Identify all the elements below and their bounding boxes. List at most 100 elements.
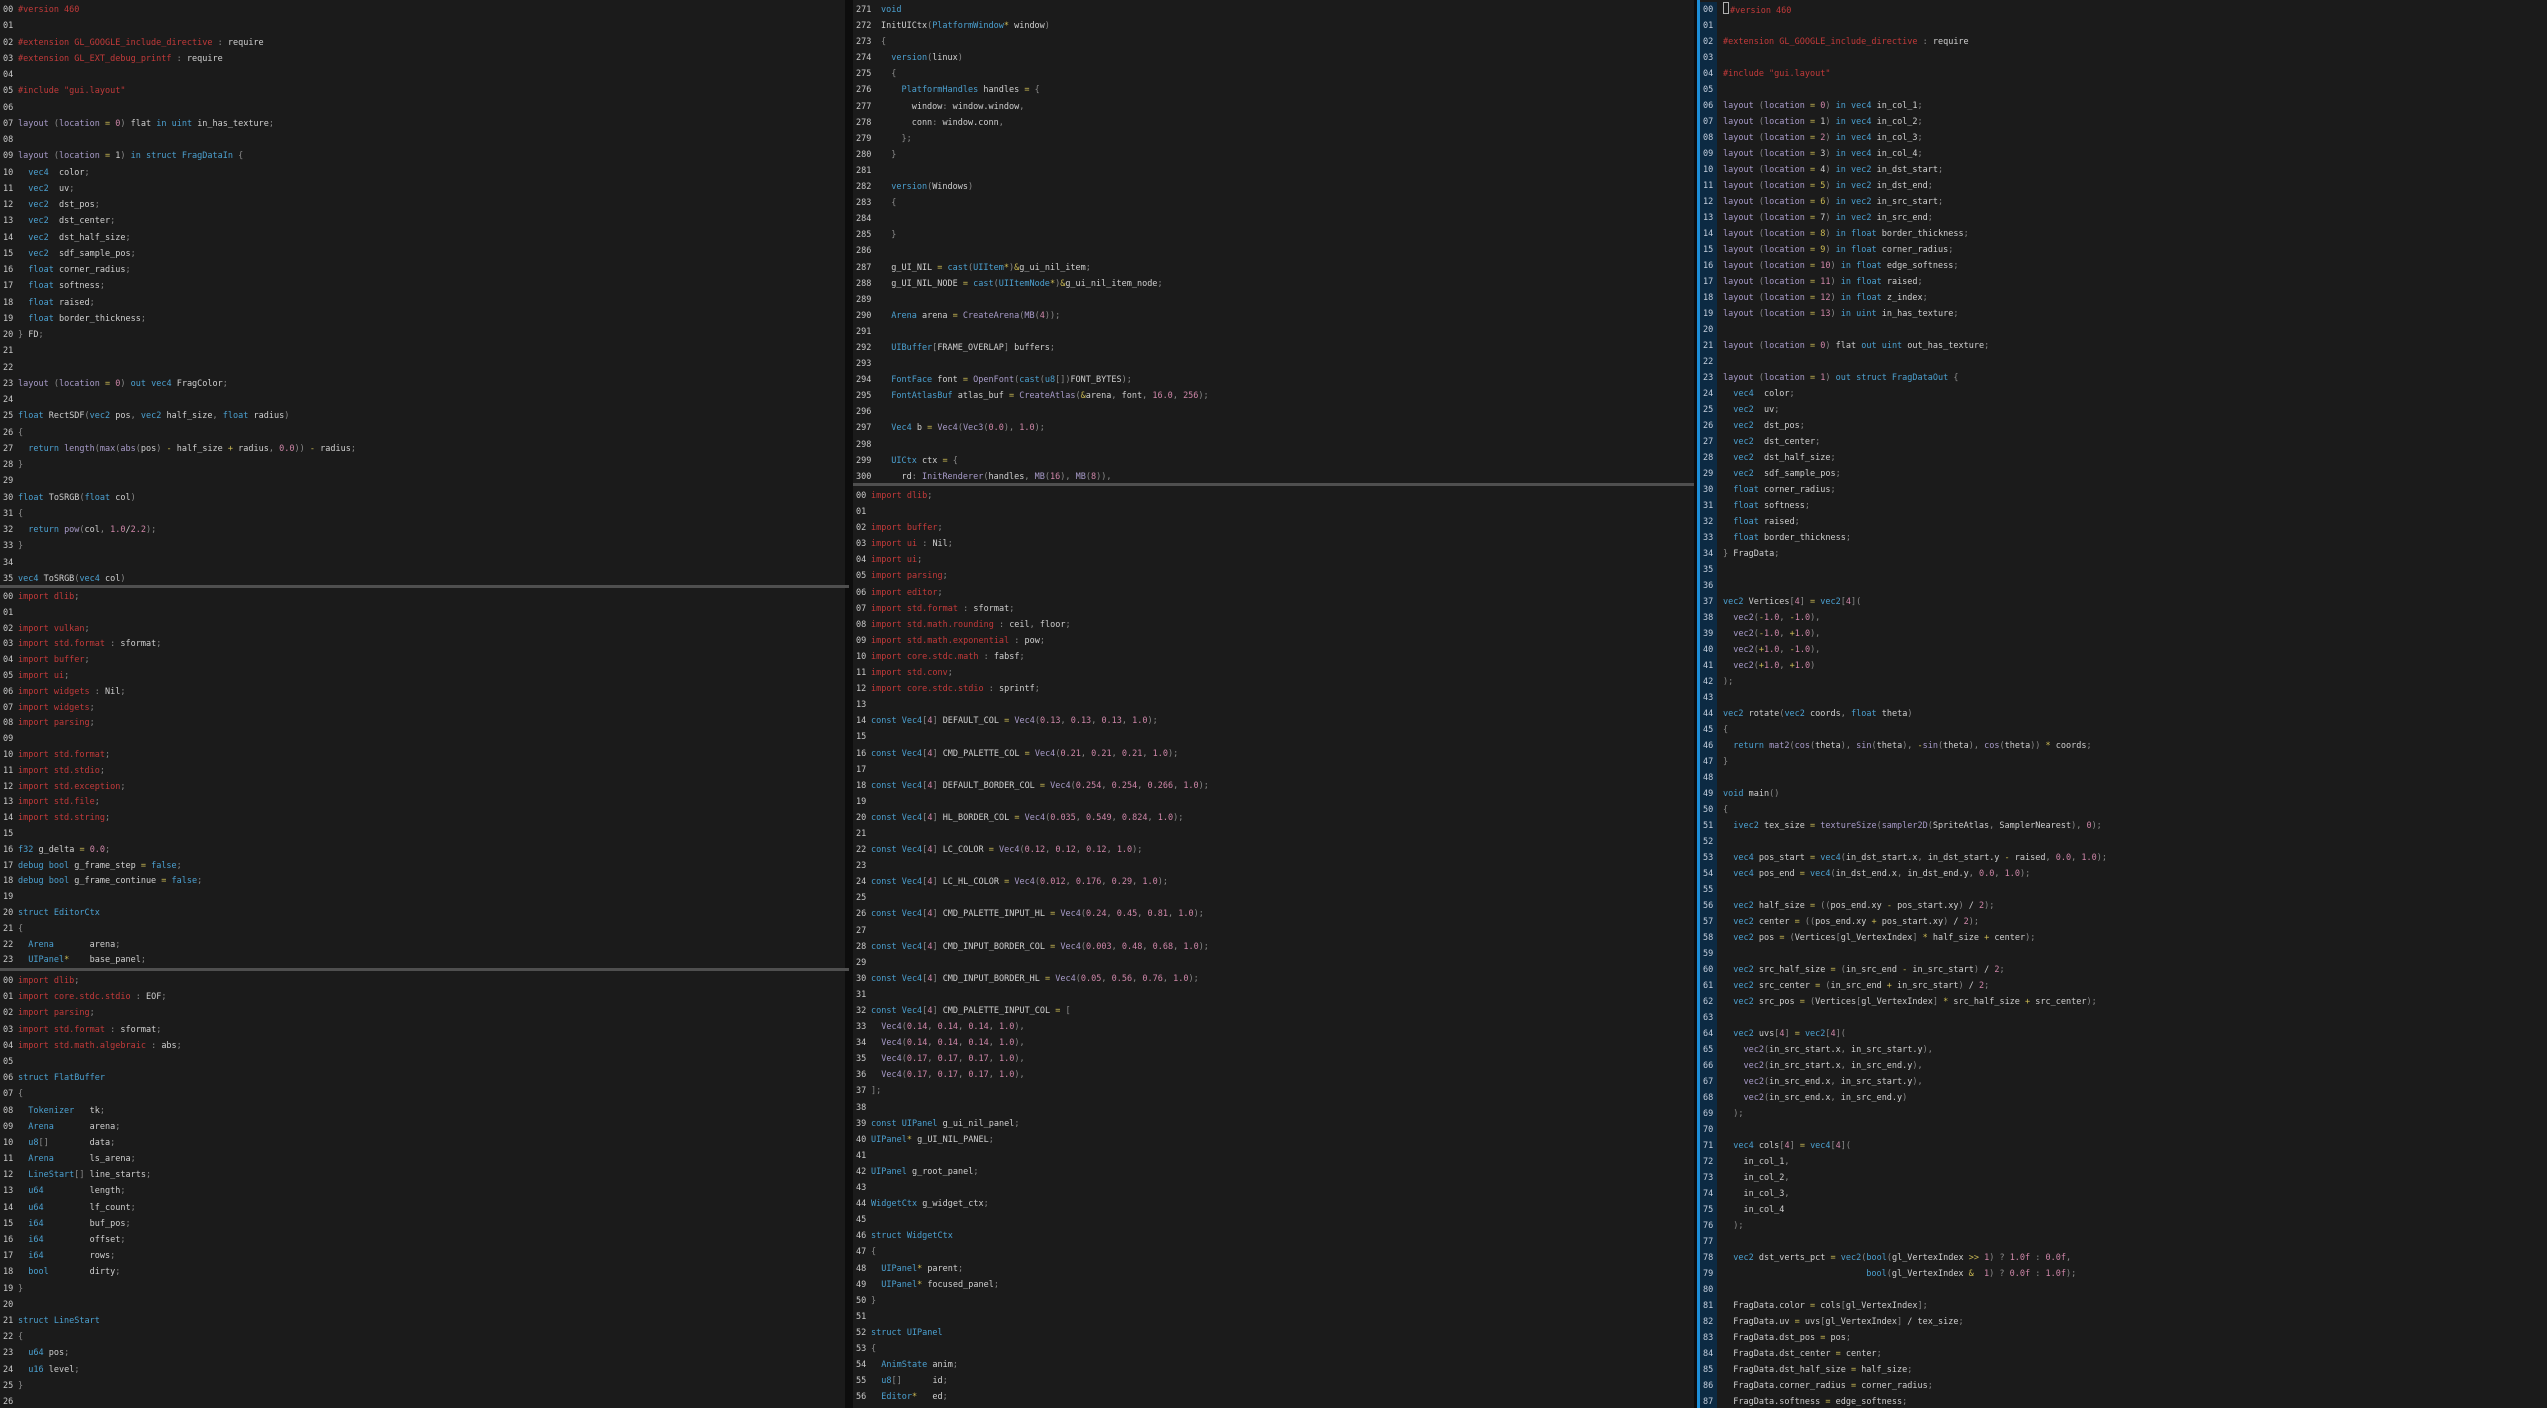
code-line[interactable]: 279 }; xyxy=(853,131,1694,147)
code-line[interactable]: 16 i64 offset; xyxy=(0,1232,845,1248)
code-line[interactable]: 13 xyxy=(853,697,1694,713)
code-line[interactable]: 44vec2 rotate(vec2 coords, float theta) xyxy=(1700,706,2547,722)
code-line[interactable]: 04 xyxy=(0,67,845,83)
code-line[interactable]: 72 in_col_1, xyxy=(1700,1154,2547,1170)
code-line[interactable]: 22 Arena arena; xyxy=(0,938,845,954)
code-line[interactable]: 293 xyxy=(853,356,1694,372)
code-line[interactable]: 68 vec2(in_src_end.x, in_src_end.y) xyxy=(1700,1090,2547,1106)
code-line[interactable]: 10 vec4 color; xyxy=(0,165,845,181)
code-line[interactable]: 39const UIPanel g_ui_nil_panel; xyxy=(853,1116,1694,1132)
code-line[interactable]: 48 xyxy=(1700,770,2547,786)
code-line[interactable]: 01 xyxy=(853,504,1694,520)
code-line[interactable]: 05import parsing; xyxy=(853,568,1694,584)
code-line[interactable]: 271void xyxy=(853,2,1694,18)
code-line[interactable]: 21struct LineStart xyxy=(0,1313,845,1329)
code-line[interactable]: 24 vec4 color; xyxy=(1700,386,2547,402)
code-line[interactable]: 19 float border_thickness; xyxy=(0,311,845,327)
code-line[interactable]: 55 xyxy=(1700,882,2547,898)
code-line[interactable]: 10import std.format; xyxy=(0,748,845,764)
code-line[interactable]: 05 xyxy=(0,1054,845,1070)
code-line[interactable]: 24 u16 level; xyxy=(0,1362,845,1378)
code-line[interactable]: 31{ xyxy=(0,506,845,522)
code-line[interactable]: 10 u8[] data; xyxy=(0,1135,845,1151)
code-line[interactable]: 86 FragData.corner_radius = corner_radiu… xyxy=(1700,1378,2547,1394)
code-line[interactable]: 277 window: window.window, xyxy=(853,99,1694,115)
code-line[interactable]: 11import std.conv; xyxy=(853,665,1694,681)
code-line[interactable]: 51 ivec2 tex_size = textureSize(sampler2… xyxy=(1700,818,2547,834)
code-line[interactable]: 39 vec2(-1.0, +1.0), xyxy=(1700,626,2547,642)
code-line[interactable]: 14const Vec4[4] DEFAULT_COL = Vec4(0.13,… xyxy=(853,713,1694,729)
code-line[interactable]: 17 xyxy=(853,762,1694,778)
code-line[interactable]: 288 g_UI_NIL_NODE = cast(UIItemNode*)&g_… xyxy=(853,276,1694,292)
code-line[interactable]: 09 xyxy=(0,732,845,748)
code-line[interactable]: 47} xyxy=(1700,754,2547,770)
code-line[interactable]: 03#extension GL_EXT_debug_printf : requi… xyxy=(0,51,845,67)
code-line[interactable]: 15 vec2 sdf_sample_pos; xyxy=(0,246,845,262)
code-line[interactable]: 47{ xyxy=(853,1244,1694,1260)
code-line[interactable]: 297 Vec4 b = Vec4(Vec3(0.0), 1.0); xyxy=(853,420,1694,436)
code-line[interactable]: 27 vec2 dst_center; xyxy=(1700,434,2547,450)
code-line[interactable]: 13layout (location = 7) in vec2 in_src_e… xyxy=(1700,210,2547,226)
code-line[interactable]: 287 g_UI_NIL = cast(UIItem*)&g_ui_nil_it… xyxy=(853,260,1694,276)
code-line[interactable]: 29 xyxy=(853,955,1694,971)
code-line[interactable]: 35 Vec4(0.17, 0.17, 0.17, 1.0), xyxy=(853,1051,1694,1067)
code-line[interactable]: 300 rd: InitRenderer(handles, MB(16), MB… xyxy=(853,469,1694,483)
code-line[interactable]: 17layout (location = 11) in float raised… xyxy=(1700,274,2547,290)
code-line[interactable]: 17debug bool g_frame_step = false; xyxy=(0,859,845,875)
code-line[interactable]: 00#version 460 xyxy=(1700,2,2547,18)
code-line[interactable]: 69 ); xyxy=(1700,1106,2547,1122)
code-line[interactable]: 28const Vec4[4] CMD_INPUT_BORDER_COL = V… xyxy=(853,939,1694,955)
pane-vertex-shader-focused[interactable]: 00#version 4600102#extension GL_GOOGLE_i… xyxy=(1697,0,2547,1408)
code-line[interactable]: 283 { xyxy=(853,195,1694,211)
code-line[interactable]: 12import core.stdc.stdio : sprintf; xyxy=(853,681,1694,697)
code-line[interactable]: 37vec2 Vertices[4] = vec2[4]( xyxy=(1700,594,2547,610)
code-line[interactable]: 83 FragData.dst_pos = pos; xyxy=(1700,1330,2547,1346)
code-line[interactable]: 75 in_col_4 xyxy=(1700,1202,2547,1218)
code-line[interactable]: 64 vec2 uvs[4] = vec2[4]( xyxy=(1700,1026,2547,1042)
code-line[interactable]: 65 vec2(in_src_start.x, in_src_start.y), xyxy=(1700,1042,2547,1058)
code-line[interactable]: 30const Vec4[4] CMD_INPUT_BORDER_HL = Ve… xyxy=(853,971,1694,987)
code-line[interactable]: 71 vec4 cols[4] = vec4[4]( xyxy=(1700,1138,2547,1154)
code-line[interactable]: 76 ); xyxy=(1700,1218,2547,1234)
code-line[interactable]: 79 bool(gl_VertexIndex & 1) ? 0.0f : 1.0… xyxy=(1700,1266,2547,1282)
code-line[interactable]: 53 vec4 pos_start = vec4(in_dst_start.x,… xyxy=(1700,850,2547,866)
code-line[interactable]: 02#extension GL_GOOGLE_include_directive… xyxy=(1700,34,2547,50)
code-line[interactable]: 57 vec2 center = ((pos_end.xy + pos_star… xyxy=(1700,914,2547,930)
code-line[interactable]: 34 xyxy=(0,555,845,571)
code-line[interactable]: 23layout (location = 0) out vec4 FragCol… xyxy=(0,376,845,392)
code-line[interactable]: 01 xyxy=(1700,18,2547,34)
code-line[interactable]: 31 float softness; xyxy=(1700,498,2547,514)
code-line[interactable]: 41 xyxy=(853,1148,1694,1164)
code-line[interactable]: 33 float border_thickness; xyxy=(1700,530,2547,546)
code-line[interactable]: 25 xyxy=(853,890,1694,906)
code-line[interactable]: 43 xyxy=(1700,690,2547,706)
code-line[interactable]: 55 u8[] id; xyxy=(853,1373,1694,1389)
code-line[interactable]: 38 xyxy=(853,1100,1694,1116)
code-line[interactable]: 70 xyxy=(1700,1122,2547,1138)
code-line[interactable]: 26 vec2 dst_pos; xyxy=(1700,418,2547,434)
code-line[interactable]: 53{ xyxy=(853,1341,1694,1357)
code-line[interactable]: 18const Vec4[4] DEFAULT_BORDER_COL = Vec… xyxy=(853,778,1694,794)
code-line[interactable]: 12layout (location = 6) in vec2 in_src_s… xyxy=(1700,194,2547,210)
code-line[interactable]: 284 xyxy=(853,211,1694,227)
code-line[interactable]: 50} xyxy=(853,1293,1694,1309)
code-line[interactable]: 275 { xyxy=(853,66,1694,82)
code-line[interactable]: 45{ xyxy=(1700,722,2547,738)
code-line[interactable]: 34 Vec4(0.14, 0.14, 0.14, 1.0), xyxy=(853,1035,1694,1051)
code-line[interactable]: 13 vec2 dst_center; xyxy=(0,213,845,229)
code-line[interactable]: 14 u64 lf_count; xyxy=(0,1200,845,1216)
code-line[interactable]: 22{ xyxy=(0,1329,845,1345)
code-line[interactable]: 07{ xyxy=(0,1086,845,1102)
code-line[interactable]: 19} xyxy=(0,1281,845,1297)
code-line[interactable]: 18 float raised; xyxy=(0,295,845,311)
code-line[interactable]: 26const Vec4[4] CMD_PALETTE_INPUT_HL = V… xyxy=(853,906,1694,922)
code-line[interactable]: 37]; xyxy=(853,1083,1694,1099)
code-line[interactable]: 07import widgets; xyxy=(0,701,845,717)
code-line[interactable]: 09layout (location = 3) in vec4 in_col_4… xyxy=(1700,146,2547,162)
code-line[interactable]: 08 Tokenizer tk; xyxy=(0,1103,845,1119)
code-line[interactable]: 73 in_col_2, xyxy=(1700,1170,2547,1186)
code-line[interactable]: 30float ToSRGB(float col) xyxy=(0,490,845,506)
pane-buffer-module[interactable]: 00import dlib;01import core.stdc.stdio :… xyxy=(0,971,845,1408)
code-line[interactable]: 21 xyxy=(853,826,1694,842)
code-line[interactable]: 01 xyxy=(0,606,845,622)
